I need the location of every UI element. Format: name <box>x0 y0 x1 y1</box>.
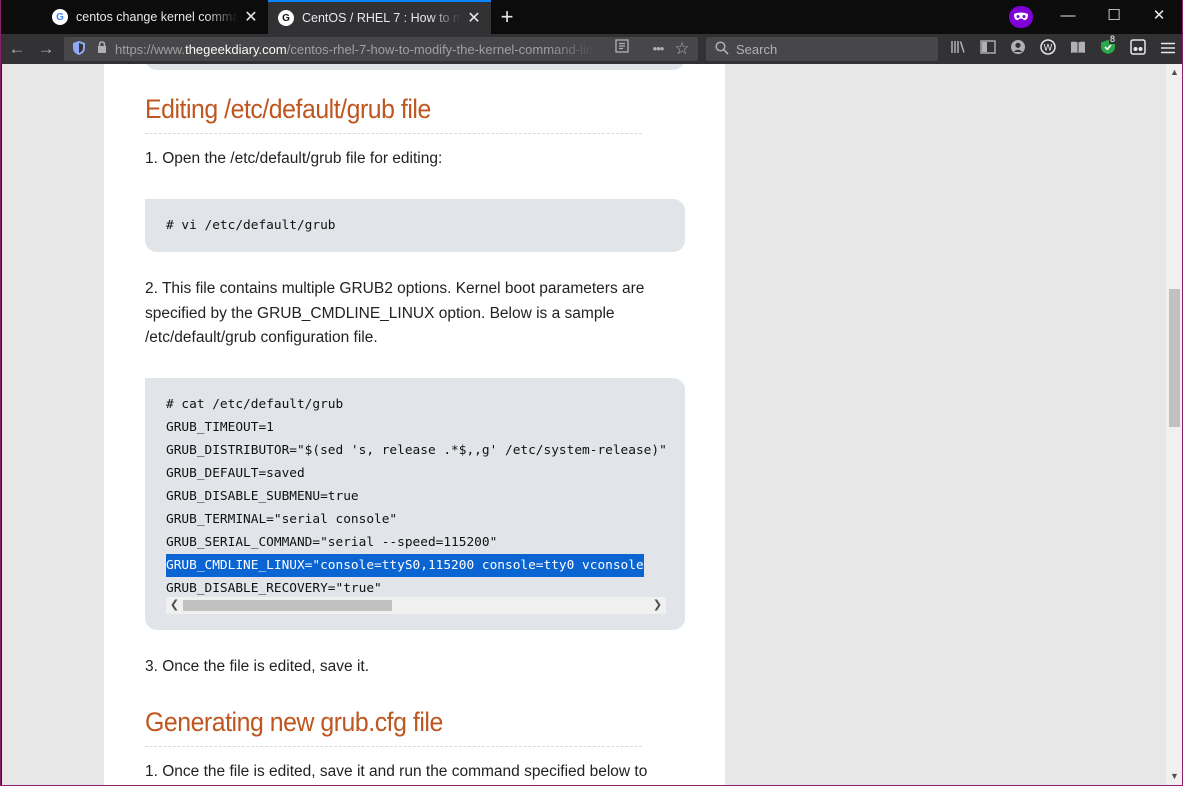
browser-window: G centos change kernel command line ✕ G … <box>0 0 1183 786</box>
address-bar[interactable]: https://www.thegeekdiary.com/centos-rhel… <box>64 37 698 61</box>
geekdiary-favicon-icon: G <box>278 10 294 26</box>
section-heading-generating-grub-cfg: Generating new grub.cfg file <box>145 707 642 747</box>
scroll-left-arrow-icon[interactable]: ❮ <box>166 597 183 614</box>
back-button[interactable]: ← <box>6 38 28 60</box>
url-text[interactable]: https://www.thegeekdiary.com/centos-rhel… <box>115 42 595 57</box>
code-line: GRUB_SERIAL_COMMAND="serial --speed=1152… <box>166 535 498 550</box>
code-line: GRUB_CMDLINE_LINUX="console=ttyS0,115200… <box>166 554 664 577</box>
tab-title: CentOS / RHEL 7 : How to modify the kern… <box>302 11 461 25</box>
close-tab-icon[interactable]: ✕ <box>465 8 483 28</box>
search-input[interactable] <box>736 41 926 57</box>
code-block-grub-config: # cat /etc/default/grub GRUB_TIMEOUT=1 GRU… <box>145 378 685 630</box>
reading-list-icon[interactable] <box>1068 39 1088 59</box>
code-line: GRUB_DEFAULT=saved <box>166 466 305 481</box>
code-line: GRUB_DISTRIBUTOR="$(sed 's, release .*$,… <box>166 443 667 458</box>
library-icon[interactable] <box>948 39 968 59</box>
account-icon[interactable] <box>1008 39 1028 59</box>
hamburger-menu-icon[interactable] <box>1158 39 1178 59</box>
page-vertical-scrollbar[interactable]: ▲ ▼ <box>1166 64 1182 785</box>
code-horizontal-scrollbar[interactable]: ❮ ❯ <box>166 597 666 614</box>
code-line: GRUB_TIMEOUT=1 <box>166 420 274 435</box>
picture-extension-icon[interactable] <box>1128 39 1148 59</box>
bookmark-star-icon[interactable]: ☆ <box>672 39 692 59</box>
step-1-text: 1. Open the /etc/default/grub file for e… <box>145 150 443 167</box>
forward-button[interactable]: → <box>35 38 57 60</box>
url-prefix: https://www. <box>115 41 186 57</box>
article-column: Editing /etc/default/grub file 1. Open t… <box>104 64 725 785</box>
scroll-right-arrow-icon[interactable]: ❯ <box>649 597 666 614</box>
close-tab-icon[interactable]: ✕ <box>242 7 260 27</box>
svg-text:W: W <box>1044 44 1053 54</box>
section-heading-editing-grub: Editing /etc/default/grub file <box>145 94 642 134</box>
code-line: # cat /etc/default/grub <box>166 397 344 412</box>
grub-config-code: # cat /etc/default/grub GRUB_TIMEOUT=1 GRU… <box>166 393 667 600</box>
url-path: /centos-rhel-7-how-to-modify-the-kernel-… <box>286 41 595 57</box>
search-icon <box>714 40 730 58</box>
tab-title: centos change kernel command line <box>76 10 238 24</box>
new-tab-button[interactable]: + <box>495 4 519 30</box>
step-4-text: 1. Once the file is edited, save it and … <box>145 763 648 780</box>
page-scroll-thumb[interactable] <box>1169 289 1180 427</box>
google-favicon-icon: G <box>52 9 68 25</box>
scroll-up-arrow-icon[interactable]: ▲ <box>1166 64 1182 81</box>
tab-strip: G centos change kernel command line ✕ G … <box>1 0 1182 34</box>
minimize-button[interactable]: — <box>1045 0 1091 32</box>
maximize-button[interactable]: ☐ <box>1091 0 1137 32</box>
step-3-text: 3. Once the file is edited, save it. <box>145 658 370 675</box>
tracking-protection-shield-icon[interactable] <box>71 41 87 57</box>
code-line: GRUB_DISABLE_SUBMENU=true <box>166 489 359 504</box>
previous-code-block <box>145 64 685 70</box>
lock-icon[interactable] <box>95 41 109 57</box>
tab-google-search[interactable]: G centos change kernel command line ✕ <box>42 0 268 34</box>
code-line: GRUB_TERMINAL="serial console" <box>166 512 398 527</box>
scroll-down-arrow-icon[interactable]: ▼ <box>1166 768 1182 785</box>
private-browsing-mask-icon <box>1009 6 1033 28</box>
page-actions-button[interactable]: ••• <box>648 39 668 59</box>
navigation-toolbar: ← → https://www.thegeekdiary.com/centos-… <box>1 34 1182 64</box>
tab-geekdiary-active[interactable]: G CentOS / RHEL 7 : How to modify the ke… <box>268 0 491 34</box>
url-domain: thegeekdiary.com <box>185 41 287 57</box>
selected-code-text[interactable]: GRUB_CMDLINE_LINUX="console=ttyS0,115200… <box>166 554 644 577</box>
search-bar[interactable] <box>706 37 938 61</box>
page-viewport: Editing /etc/default/grub file 1. Open t… <box>2 64 1166 785</box>
code-line: # vi /etc/default/grub <box>166 218 336 233</box>
reader-view-icon[interactable] <box>612 39 632 59</box>
code-block-vi-command: # vi /etc/default/grub <box>145 199 685 252</box>
step-2-text: 2. This file contains multiple GRUB2 opt… <box>145 280 645 346</box>
close-window-button[interactable]: ✕ <box>1136 0 1182 32</box>
extension-badge-count: 8 <box>1109 34 1117 44</box>
sidebar-icon[interactable] <box>978 39 998 59</box>
wiki-extension-icon[interactable]: W <box>1038 39 1058 59</box>
code-scroll-thumb[interactable] <box>183 600 392 611</box>
